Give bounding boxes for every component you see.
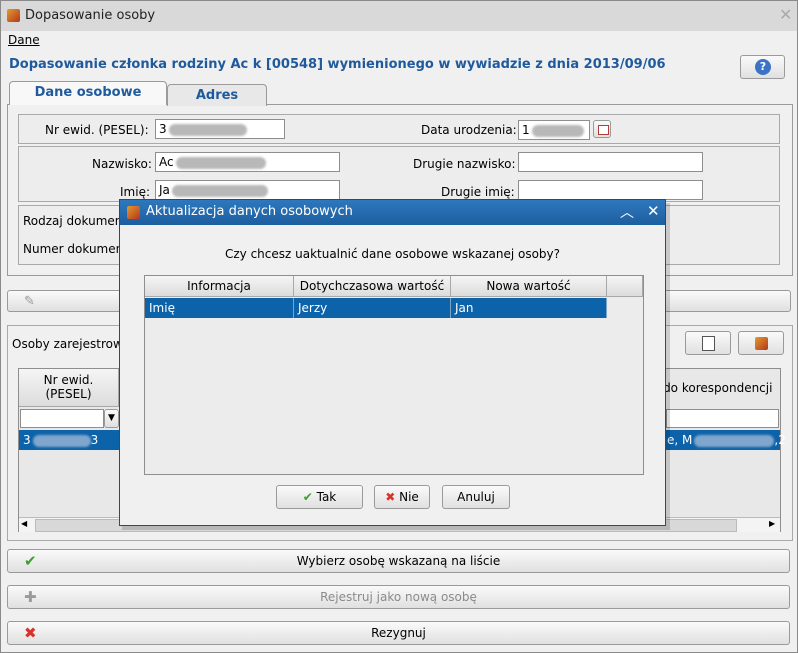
col-filler bbox=[607, 276, 643, 297]
row-pesel: 33 bbox=[23, 433, 99, 447]
cancel-dialog-label: Anuluj bbox=[457, 490, 495, 504]
pesel-field[interactable]: 3 bbox=[155, 119, 285, 139]
corr-filter-input[interactable] bbox=[666, 409, 779, 428]
check-icon: ✔ bbox=[302, 490, 313, 504]
register-new-button[interactable]: ✚ Rejestruj jako nową osobę bbox=[7, 585, 790, 609]
cancel-dialog-button[interactable]: Anuluj bbox=[442, 485, 510, 509]
second-surname-label: Drugie nazwisko: bbox=[413, 157, 516, 171]
dialog-title: Aktualizacja danych osobowych bbox=[146, 204, 353, 219]
chevron-up-icon[interactable]: ︿ bbox=[620, 202, 634, 222]
dialog-title-bar: Aktualizacja danych osobowych ︿ ✕ bbox=[120, 200, 665, 225]
tab-dane-osobowe[interactable]: Dane osobowe bbox=[9, 81, 167, 105]
x-icon: ✖ bbox=[24, 624, 37, 642]
row-correspondence: e, M ,2 bbox=[667, 433, 786, 447]
changes-table: Informacja Dotychczasowa wartość Nowa wa… bbox=[144, 275, 644, 475]
dialog-app-icon bbox=[127, 206, 140, 219]
birth-date-field[interactable]: 1 bbox=[518, 120, 590, 140]
persons-button[interactable] bbox=[738, 331, 784, 355]
row-info[interactable]: Imię bbox=[145, 298, 294, 318]
menu-dane[interactable]: Dane bbox=[8, 33, 40, 47]
surname-field[interactable]: Ac bbox=[155, 152, 340, 172]
surname-label: Nazwisko: bbox=[92, 157, 152, 171]
chevron-down-icon[interactable]: ▼ bbox=[104, 409, 119, 428]
col-informacja[interactable]: Informacja bbox=[145, 276, 294, 297]
second-name-field[interactable] bbox=[518, 180, 703, 200]
register-new-label: Rejestruj jako nową osobę bbox=[320, 590, 477, 604]
yes-button[interactable]: ✔ Tak bbox=[276, 485, 363, 509]
title-bar: Dopasowanie osoby ✕ bbox=[1, 1, 797, 32]
col-corr-header[interactable]: s do korespondencji bbox=[653, 381, 772, 395]
dialog-question: Czy chcesz uaktualnić dane osobowe wskaz… bbox=[224, 247, 561, 261]
app-icon bbox=[7, 9, 20, 22]
col-pesel-header[interactable]: Nr ewid. (PESEL) bbox=[19, 369, 119, 407]
doc-type-label: Rodzaj dokument bbox=[23, 214, 128, 228]
col-dotychczasowa[interactable]: Dotychczasowa wartość bbox=[294, 276, 451, 297]
copy-button[interactable] bbox=[685, 331, 731, 355]
eraser-icon: ✎ bbox=[24, 294, 35, 309]
menu-bar: Dane bbox=[1, 31, 797, 51]
cancel-button[interactable]: ✖ Rezygnuj bbox=[7, 621, 790, 645]
close-icon[interactable]: ✕ bbox=[779, 5, 792, 24]
select-person-label: Wybierz osobę wskazaną na liście bbox=[296, 554, 501, 568]
second-name-label: Drugie imię: bbox=[441, 185, 515, 199]
pesel-filter-input[interactable] bbox=[20, 409, 104, 428]
help-button[interactable]: ? bbox=[740, 55, 785, 79]
x-icon: ✖ bbox=[385, 490, 396, 504]
scroll-left-icon[interactable]: ◀ bbox=[21, 519, 27, 528]
col-nowa[interactable]: Nowa wartość bbox=[451, 276, 607, 297]
pesel-group: Nr ewid. (PESEL): 3 Data urodzenia: 1 bbox=[18, 114, 780, 144]
tab-adres[interactable]: Adres bbox=[167, 84, 267, 106]
copy-icon bbox=[702, 336, 715, 351]
second-surname-field[interactable] bbox=[518, 152, 703, 172]
plus-icon: ✚ bbox=[24, 588, 37, 606]
doc-number-label: Numer dokument bbox=[23, 242, 128, 256]
yes-label: Tak bbox=[316, 490, 337, 504]
pesel-label: Nr ewid. (PESEL): bbox=[45, 123, 149, 137]
calendar-icon bbox=[598, 125, 609, 135]
no-label: Nie bbox=[399, 490, 419, 504]
page-title: Dopasowanie członka rodziny Ac k [00548]… bbox=[9, 57, 666, 72]
cancel-label: Rezygnuj bbox=[371, 626, 426, 640]
persons-icon bbox=[755, 337, 768, 350]
scroll-right-icon[interactable]: ▶ bbox=[769, 519, 775, 528]
update-dialog: Aktualizacja danych osobowych ︿ ✕ Czy ch… bbox=[119, 199, 666, 526]
select-person-button[interactable]: ✔ Wybierz osobę wskazaną na liście bbox=[7, 549, 790, 573]
dialog-close-icon[interactable]: ✕ bbox=[647, 202, 660, 220]
no-button[interactable]: ✖ Nie bbox=[374, 485, 430, 509]
calendar-button[interactable] bbox=[593, 120, 611, 138]
window-title: Dopasowanie osoby bbox=[25, 8, 156, 23]
section-label: Osoby zarejestrow bbox=[12, 337, 123, 351]
check-icon: ✔ bbox=[24, 552, 37, 570]
row-old-value[interactable]: Jerzy bbox=[294, 298, 451, 318]
name-field[interactable]: Ja bbox=[155, 180, 340, 200]
row-new-value[interactable]: Jan bbox=[451, 298, 607, 318]
name-label: Imię: bbox=[120, 185, 150, 199]
birth-date-label: Data urodzenia: bbox=[421, 123, 517, 137]
help-icon: ? bbox=[755, 59, 771, 75]
name-group: Nazwisko: Ac Drugie nazwisko: Imię: Ja D… bbox=[18, 146, 780, 202]
